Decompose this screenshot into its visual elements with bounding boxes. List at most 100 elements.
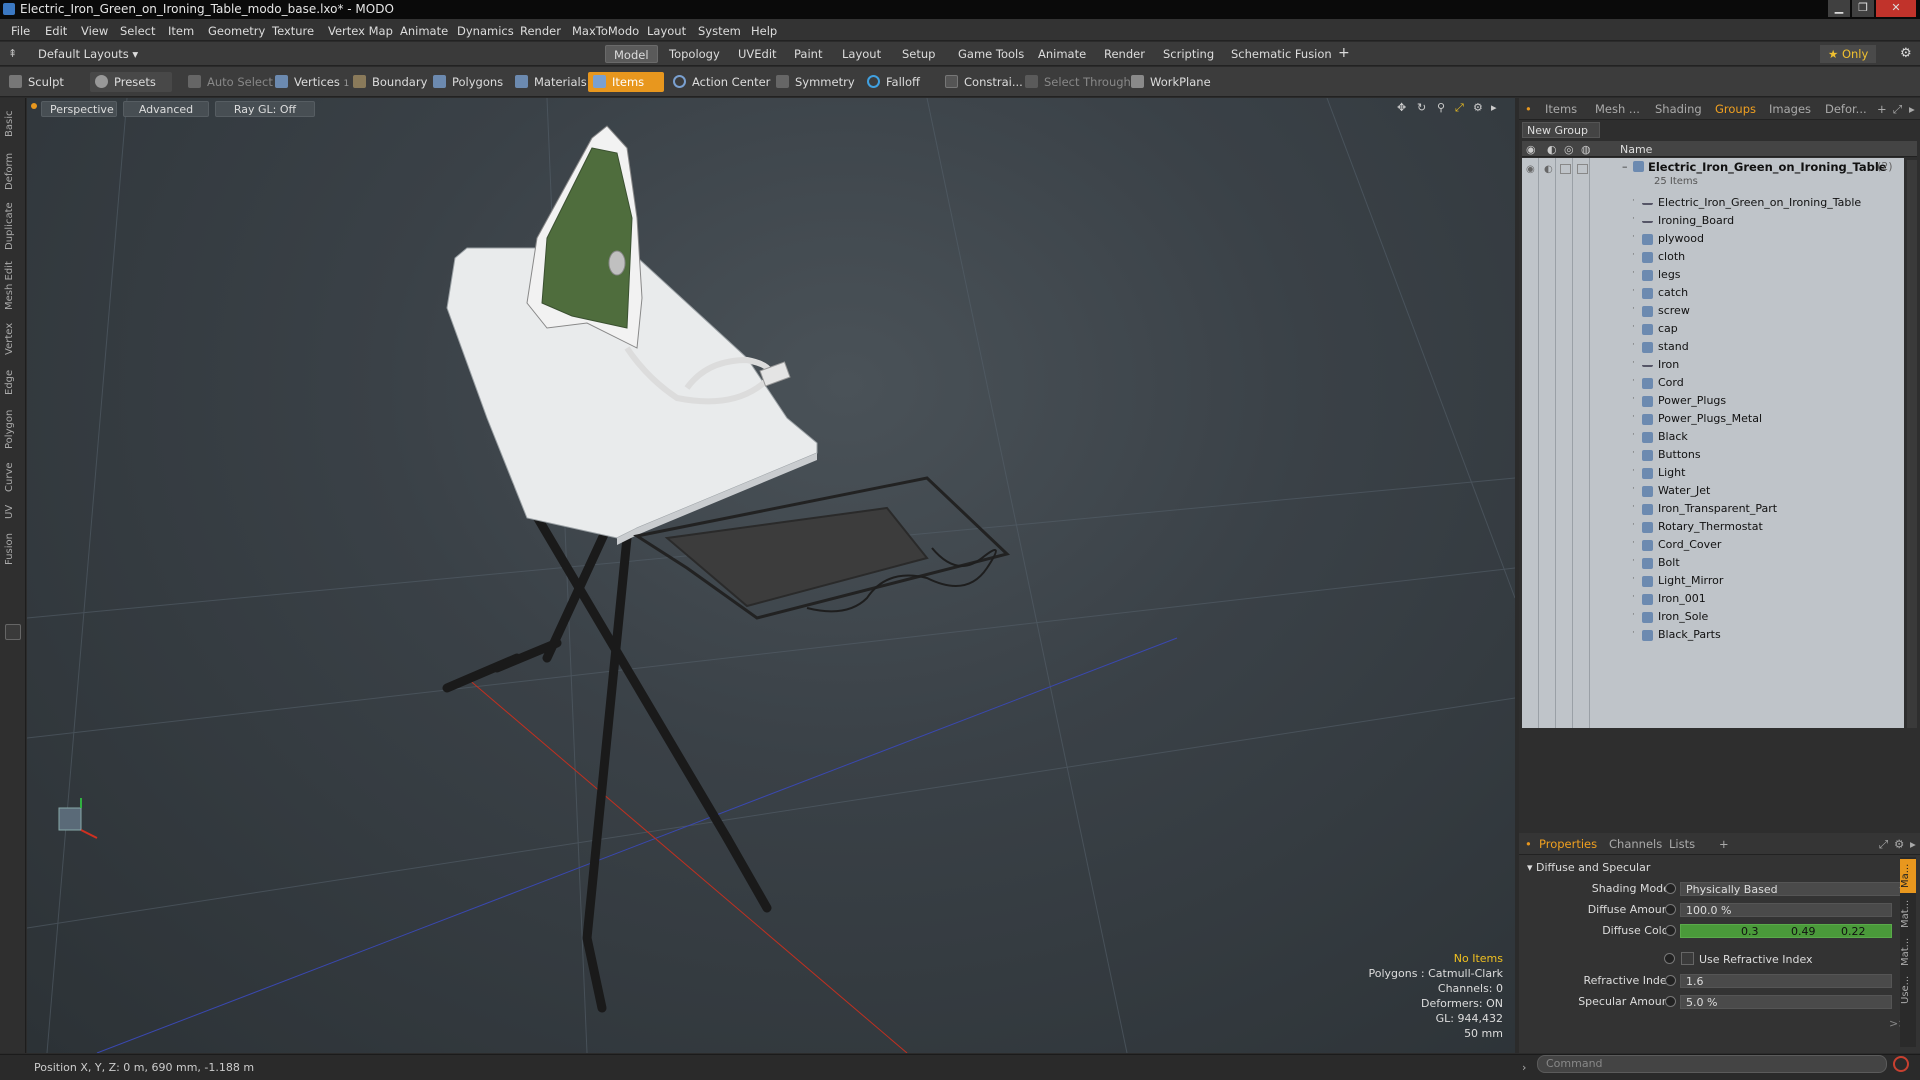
diffuse-amount-field[interactable]: 100.0 % <box>1680 903 1892 917</box>
refractive-index-dot[interactable] <box>1665 975 1676 986</box>
falloff-button[interactable]: Falloff <box>862 72 926 92</box>
materials-button[interactable]: Materials <box>510 72 593 92</box>
tab-shading[interactable]: Shading <box>1655 102 1702 116</box>
layout-toggle-icon[interactable]: ⇞ <box>8 47 17 60</box>
strip-toggle-button[interactable] <box>5 624 21 640</box>
side-tab-material[interactable]: Ma... <box>1900 859 1916 893</box>
name-column-header[interactable]: Name <box>1620 143 1652 156</box>
group-item-row[interactable]: · cap <box>1522 320 1904 338</box>
group-item-row[interactable]: · Light <box>1522 464 1904 482</box>
menu-item[interactable]: Item <box>168 24 194 38</box>
tab-items[interactable]: Items <box>1545 102 1577 116</box>
items-button[interactable]: Items <box>588 72 664 92</box>
constrain-button[interactable]: Constrai... <box>940 72 1029 92</box>
menu-help[interactable]: Help <box>751 24 777 38</box>
tab-topology[interactable]: Topology <box>661 45 728 63</box>
group-item-row[interactable]: · Power_Plugs <box>1522 392 1904 410</box>
3d-viewport[interactable]: Perspective Advanced Ray GL: Off ✥ ↻ ⚲ ⤢… <box>27 98 1515 1053</box>
rotate-icon[interactable]: ↻ <box>1417 101 1426 114</box>
side-tab-mat-2[interactable]: Mat... <box>1900 897 1916 931</box>
group-item-row[interactable]: · catch <box>1522 284 1904 302</box>
select-through-button[interactable]: Select Through <box>1020 72 1137 92</box>
vertices-button[interactable]: Vertices 1 <box>270 72 355 92</box>
group-item-row[interactable]: · Iron_Sole <box>1522 608 1904 626</box>
gear-icon[interactable]: ⚙ <box>1892 44 1920 62</box>
menu-system[interactable]: System <box>698 24 741 38</box>
group-root-row[interactable]: ◉ ◐ – Electric_Iron_Green_on_Ironing_Tab… <box>1522 158 1904 194</box>
properties-expand-icon[interactable]: ▸ <box>1910 837 1916 851</box>
pan-icon[interactable]: ✥ <box>1397 101 1406 114</box>
vtab-edge[interactable]: Edge <box>4 364 20 400</box>
properties-add-tab[interactable]: + <box>1719 837 1729 851</box>
group-item-row[interactable]: · Iron <box>1522 356 1904 374</box>
menu-maxtomodo[interactable]: MaxToModo <box>572 24 639 38</box>
menu-edit[interactable]: Edit <box>45 24 67 38</box>
lock-column-icon[interactable]: ◎ <box>1564 143 1574 156</box>
viewport-menu-dot[interactable] <box>31 103 37 109</box>
vtab-deform[interactable]: Deform <box>4 148 20 194</box>
shading-model-dropdown[interactable]: Physically Based▾ <box>1680 882 1910 896</box>
group-item-row[interactable]: · Light_Mirror <box>1522 572 1904 590</box>
panel-expand-icon[interactable]: ▸ <box>1909 102 1915 116</box>
raygl-toggle[interactable]: Ray GL: Off <box>215 101 315 117</box>
use-refractive-checkbox[interactable] <box>1681 952 1694 965</box>
diffuse-color-b[interactable]: 0.22 <box>1841 925 1866 938</box>
add-tab-button[interactable]: + <box>1330 43 1358 61</box>
group-item-row[interactable]: · stand <box>1522 338 1904 356</box>
group-item-row[interactable]: · Water_Jet <box>1522 482 1904 500</box>
group-item-row[interactable]: · plywood <box>1522 230 1904 248</box>
group-item-row[interactable]: · Rotary_Thermostat <box>1522 518 1904 536</box>
properties-menu-dot[interactable]: • <box>1525 837 1532 851</box>
group-item-row[interactable]: · Power_Plugs_Metal <box>1522 410 1904 428</box>
specular-amount-dot[interactable] <box>1665 996 1676 1007</box>
menu-animate[interactable]: Animate <box>400 24 448 38</box>
tab-uvedit[interactable]: UVEdit <box>730 45 785 63</box>
auto-select-button[interactable]: Auto Select <box>183 72 279 92</box>
diffuse-color-field[interactable]: 0.3 0.49 0.22 <box>1680 924 1892 938</box>
use-refractive-dot[interactable] <box>1664 953 1675 964</box>
group-item-row[interactable]: · cloth <box>1522 248 1904 266</box>
diffuse-amount-dot[interactable] <box>1665 904 1676 915</box>
zoom-icon[interactable]: ⚲ <box>1437 101 1445 114</box>
group-item-row[interactable]: · legs <box>1522 266 1904 284</box>
menu-render[interactable]: Render <box>520 24 561 38</box>
visibility-eye-icon[interactable]: ◉ <box>1526 164 1535 175</box>
render-toggle-icon[interactable]: ◐ <box>1544 164 1553 175</box>
panel-menu-dot[interactable]: • <box>1525 102 1532 116</box>
group-item-row[interactable]: · Ironing_Board <box>1522 212 1904 230</box>
vtab-duplicate[interactable]: Duplicate <box>4 198 20 254</box>
command-expand-icon[interactable]: › <box>1522 1061 1526 1074</box>
vtab-basic[interactable]: Basic <box>4 104 20 144</box>
menu-layout[interactable]: Layout <box>647 24 686 38</box>
tab-deformers[interactable]: Defor... <box>1825 102 1867 116</box>
specular-amount-field[interactable]: 5.0 % <box>1680 995 1892 1009</box>
select-checkbox[interactable] <box>1577 164 1588 174</box>
group-item-row[interactable]: · Buttons <box>1522 446 1904 464</box>
shading-model-dot[interactable] <box>1665 883 1676 894</box>
diffuse-color-r[interactable]: 0.3 <box>1741 925 1759 938</box>
group-item-row[interactable]: · Iron_001 <box>1522 590 1904 608</box>
vtab-polygon[interactable]: Polygon <box>4 404 20 454</box>
vtab-vertex[interactable]: Vertex <box>4 318 20 360</box>
symmetry-button[interactable]: Symmetry <box>771 72 861 92</box>
tab-images[interactable]: Images <box>1769 102 1811 116</box>
only-toggle[interactable]: ★ Only <box>1820 45 1877 63</box>
tab-schematic-fusion[interactable]: Schematic Fusion <box>1223 45 1340 63</box>
expand-toggle-icon[interactable]: – <box>1622 160 1628 173</box>
diffuse-color-dot[interactable] <box>1665 925 1676 936</box>
visibility-column-icon[interactable]: ◉ <box>1526 143 1536 156</box>
default-layouts-dropdown[interactable]: Default Layouts ▾ <box>38 47 138 61</box>
tab-lists[interactable]: Lists <box>1669 837 1695 851</box>
new-group-button[interactable]: New Group <box>1522 122 1600 138</box>
viewport-gear-icon[interactable]: ⚙ <box>1473 101 1483 114</box>
group-item-row[interactable]: · Cord <box>1522 374 1904 392</box>
render-column-icon[interactable]: ◐ <box>1547 143 1557 156</box>
tab-paint[interactable]: Paint <box>786 45 830 63</box>
close-button[interactable]: ✕ <box>1876 0 1916 17</box>
presets-button[interactable]: Presets <box>90 72 172 92</box>
properties-gear-icon[interactable]: ⚙ <box>1894 837 1904 851</box>
diffuse-color-g[interactable]: 0.49 <box>1791 925 1816 938</box>
menu-file[interactable]: File <box>11 24 30 38</box>
menu-select[interactable]: Select <box>120 24 155 38</box>
side-tab-mat-3[interactable]: Mat... <box>1900 935 1916 969</box>
